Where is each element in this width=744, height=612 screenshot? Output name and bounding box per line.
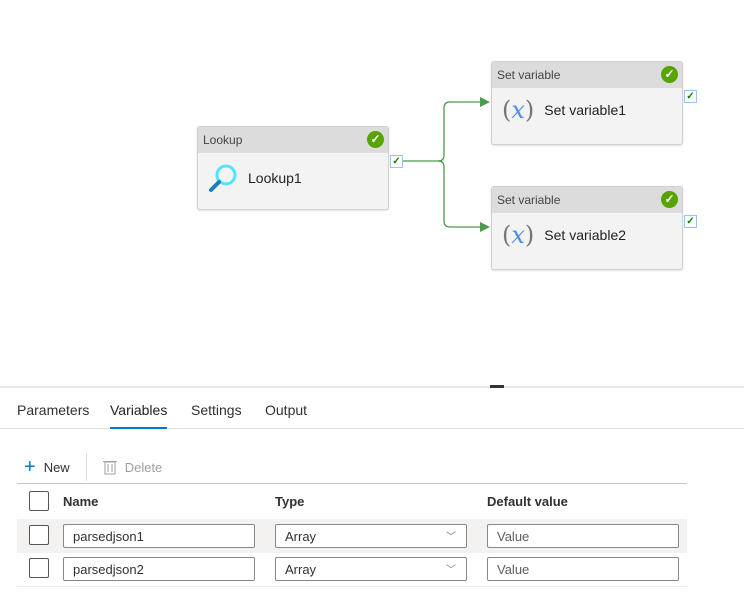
trash-icon [102,461,117,475]
column-header-default: Default value [487,494,568,509]
variable-x-icon: (x) [502,96,535,124]
table-row [17,586,687,587]
activity-set-variable2[interactable]: Set variable ✓ (x) Set variable2 [491,186,683,270]
tab-output[interactable]: Output [265,402,307,427]
activity-type: Set variable [497,68,561,82]
success-check-icon: ✓ [661,191,678,208]
activity-name: Set variable2 [544,227,627,243]
column-header-name: Name [63,494,99,509]
type-dropdown[interactable]: Array ﹀ [275,557,467,581]
success-check-icon: ✓ [661,66,678,83]
tab-bar: Parameters Variables Settings Output [0,388,744,429]
delete-button[interactable]: Delete [102,459,162,475]
activity-type: Set variable [497,193,561,207]
row-checkbox[interactable] [29,558,49,578]
default-value-input[interactable]: Value [487,557,679,581]
select-all-checkbox[interactable] [29,491,49,511]
plus-icon: + [24,455,36,478]
variable-x-icon: (x) [502,221,535,249]
activity-lookup1[interactable]: Lookup ✓ Lookup1 [197,126,389,210]
toolbar-separator [85,453,87,481]
activity-type: Lookup [203,133,243,147]
activity-name: Set variable1 [544,102,627,118]
new-button[interactable]: + New [24,456,70,479]
tab-variables[interactable]: Variables [110,402,168,429]
column-header-type: Type [275,494,305,509]
name-input[interactable]: parsedjson2 [63,557,255,581]
success-output-handle[interactable]: ✓ [684,90,697,103]
success-output-handle[interactable]: ✓ [684,215,697,228]
type-dropdown[interactable]: Array ﹀ [275,524,467,548]
activity-set-variable1[interactable]: Set variable ✓ (x) Set variable1 [491,61,683,145]
default-value-input[interactable]: Value [487,524,679,548]
row-checkbox[interactable] [29,525,49,545]
success-output-handle[interactable]: ✓ [390,155,403,168]
tab-parameters[interactable]: Parameters [17,402,89,427]
chevron-down-icon: ﹀ [446,565,456,576]
toolbar: + New Delete [24,453,162,481]
success-check-icon: ✓ [367,131,384,148]
activity-name: Lookup1 [248,170,302,186]
tab-settings[interactable]: Settings [191,402,242,427]
magnifier-icon [209,164,237,192]
chevron-down-icon: ﹀ [446,532,456,543]
name-input[interactable]: parsedjson1 [63,524,255,548]
